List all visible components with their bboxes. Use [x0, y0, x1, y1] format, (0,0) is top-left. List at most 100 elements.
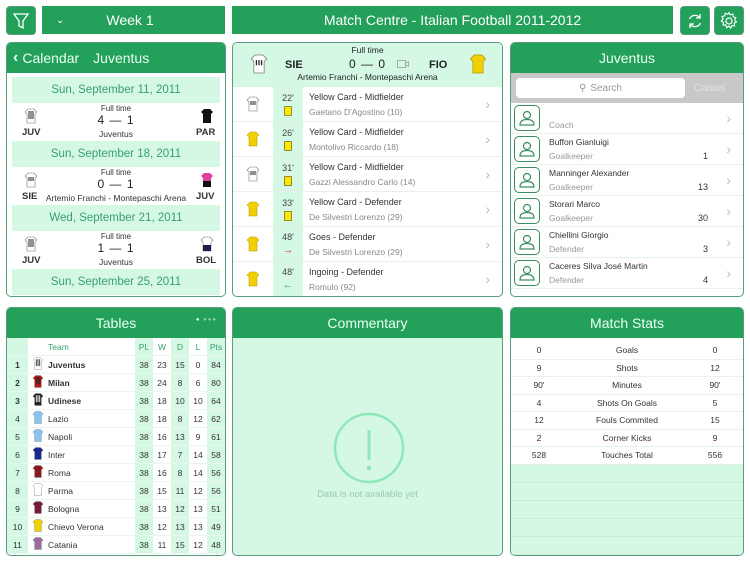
avatar-icon [514, 105, 540, 131]
calendar-panel: ‹ Calendar Juventus Sun, September 11, 2… [6, 42, 226, 297]
filter-button[interactable] [6, 6, 36, 35]
chevron-right-icon: › [726, 265, 731, 281]
chevron-right-icon: › [485, 201, 490, 217]
calendar-header: ‹ Calendar Juventus [7, 43, 225, 73]
event-row[interactable]: 33' Yellow Card - Defender De Silvestri Lo… [233, 192, 502, 227]
player-row[interactable]: Buffon Gianluigi Goalkeeper 1 › [511, 134, 743, 165]
cancel-button[interactable]: Cancel [694, 83, 725, 94]
player-row[interactable]: Coach › [511, 103, 743, 134]
stat-w: 24 [157, 377, 167, 388]
table-row[interactable]: 11 Catania 38 11 15 12 48 [7, 535, 225, 554]
table-row[interactable]: 6 Inter 38 17 7 14 58 [7, 445, 225, 464]
event-row[interactable]: 31' Yellow Card - Midfielder Gazzi Alessan… [233, 157, 502, 192]
away-team-abbr: BOL [196, 255, 217, 266]
team-kit-icon [233, 262, 273, 296]
column-header: L [195, 341, 201, 352]
table-row[interactable]: 10 Chievo Verona 38 12 13 13 49 [7, 517, 225, 536]
home-stat: 0 [536, 345, 542, 356]
player-number: 13 [697, 182, 708, 192]
table-row[interactable]: 5 Napoli 38 16 13 9 61 [7, 427, 225, 446]
column-header: Team [48, 341, 69, 352]
match-status: Full time [100, 104, 132, 113]
back-button[interactable]: ‹ Calendar [13, 49, 79, 67]
player-name: Caceres Silva José Martin [549, 261, 648, 271]
match-row[interactable]: JUV Full time 4 — 1 Juventus PAR [12, 103, 220, 141]
match-status: Full time [100, 168, 132, 177]
stat-w: 23 [157, 359, 167, 370]
table-row[interactable]: 8 Parma 38 15 11 12 56 [7, 481, 225, 500]
event-row[interactable]: 26' Yellow Card - Midfielder Montolivo Ric… [233, 122, 502, 157]
chevron-right-icon: › [726, 141, 731, 157]
column-header: PL [135, 338, 153, 356]
stat-pl: 38 [135, 535, 153, 554]
player-row[interactable]: Caceres Silva José Martin Defender 4 › [511, 258, 743, 289]
table-row[interactable]: 3 Udinese 38 18 10 10 64 [7, 391, 225, 410]
table-row[interactable]: 4 Lazio 38 18 8 12 62 [7, 409, 225, 428]
team-kit-icon [233, 157, 273, 191]
team-kit-icon [28, 356, 48, 374]
player-name: Chiellini Giorgio [549, 230, 609, 240]
stat-label: Corner Kicks [602, 432, 652, 443]
stat-row: 528 Touches Total 556 [511, 447, 743, 465]
stat-pl: 38 [135, 517, 153, 536]
player-row[interactable]: Manninger Alexander Goalkeeper 13 › [511, 165, 743, 196]
chevron-right-icon: › [485, 96, 490, 112]
event-row[interactable]: 22' Yellow Card - Midfielder Gaetano D'Ago… [233, 87, 502, 122]
stat-w: 18 [157, 395, 167, 406]
match-venue: Juventus [98, 257, 134, 267]
match-score: 4 — 1 [97, 113, 135, 127]
stat-row: 0 Goals 0 [511, 342, 743, 360]
stat-pl: 38 [135, 427, 153, 446]
stat-w: 17 [157, 449, 167, 460]
yellow-card-icon [284, 210, 292, 221]
alert-icon [333, 412, 405, 484]
week-selector[interactable]: ⌄ Week 1 [42, 6, 225, 34]
match-status: Full time [100, 232, 132, 241]
stat-pts: 80 [207, 373, 225, 392]
week-label: Week 1 [106, 12, 154, 28]
stat-l: 12 [193, 413, 203, 424]
home-stat: 2 [536, 432, 542, 443]
stat-pos: 4 [7, 409, 28, 428]
stat-d: 8 [171, 373, 189, 392]
search-input[interactable]: ⚲ Search [516, 78, 685, 98]
avatar-icon [514, 260, 540, 286]
match-venue: Artemio Franchi - Montepaschi Arena [45, 193, 187, 203]
chevron-right-icon: › [726, 172, 731, 188]
table-row[interactable]: 7 Roma 38 16 8 14 56 [7, 463, 225, 482]
team-kit-icon [28, 518, 48, 536]
event-row[interactable]: 48' → Goes - Defender De Silvestri Lorenzo … [233, 227, 502, 262]
stat-d: 7 [171, 445, 189, 464]
stat-pos: 1 [7, 355, 28, 374]
away-stat: 556 [707, 450, 723, 461]
table-row[interactable]: 9 Bologna 38 13 12 13 51 [7, 499, 225, 518]
empty-message: Data is not available yet [317, 489, 418, 500]
match-row[interactable]: SIE Full time 0 — 1 Artemio Franchi - Mo… [12, 167, 220, 205]
stat-pts: 58 [207, 445, 225, 464]
stat-pl: 38 [135, 463, 153, 482]
avatar-icon [514, 198, 540, 224]
page-indicator[interactable]: ● ●●● [196, 317, 217, 323]
match-row[interactable]: JUV Full time 1 — 1 Juventus BOL [12, 231, 220, 269]
event-title: Ingoing - Defender [309, 266, 384, 277]
stat-d: 12 [171, 499, 189, 518]
table-row[interactable]: 1 Juventus 38 23 15 0 84 [7, 355, 225, 374]
home-stat: 528 [531, 450, 547, 461]
player-row[interactable]: Chiellini Giorgio Defender 3 › [511, 227, 743, 258]
event-player: Gaetano D'Agostino (10) [309, 106, 403, 117]
event-minute: 22' [282, 92, 294, 103]
event-minute: 26' [282, 127, 294, 138]
video-icon[interactable] [397, 60, 409, 68]
refresh-button[interactable] [680, 6, 710, 35]
stat-pts: 56 [207, 481, 225, 500]
stat-pos: 9 [7, 499, 28, 518]
squad-header: Juventus [511, 43, 743, 73]
back-label: Calendar [22, 50, 80, 66]
team-name: Catania [48, 539, 78, 550]
event-row[interactable]: 48' ← Ingoing - Defender Romulo (92) › [233, 262, 502, 296]
table-row[interactable]: 2 Milan 38 24 8 6 80 [7, 373, 225, 392]
stat-d: 13 [171, 427, 189, 446]
player-row[interactable]: Storari Marco Goalkeeper 30 › [511, 196, 743, 227]
event-minute: 48' [282, 267, 294, 277]
settings-button[interactable] [714, 6, 744, 35]
